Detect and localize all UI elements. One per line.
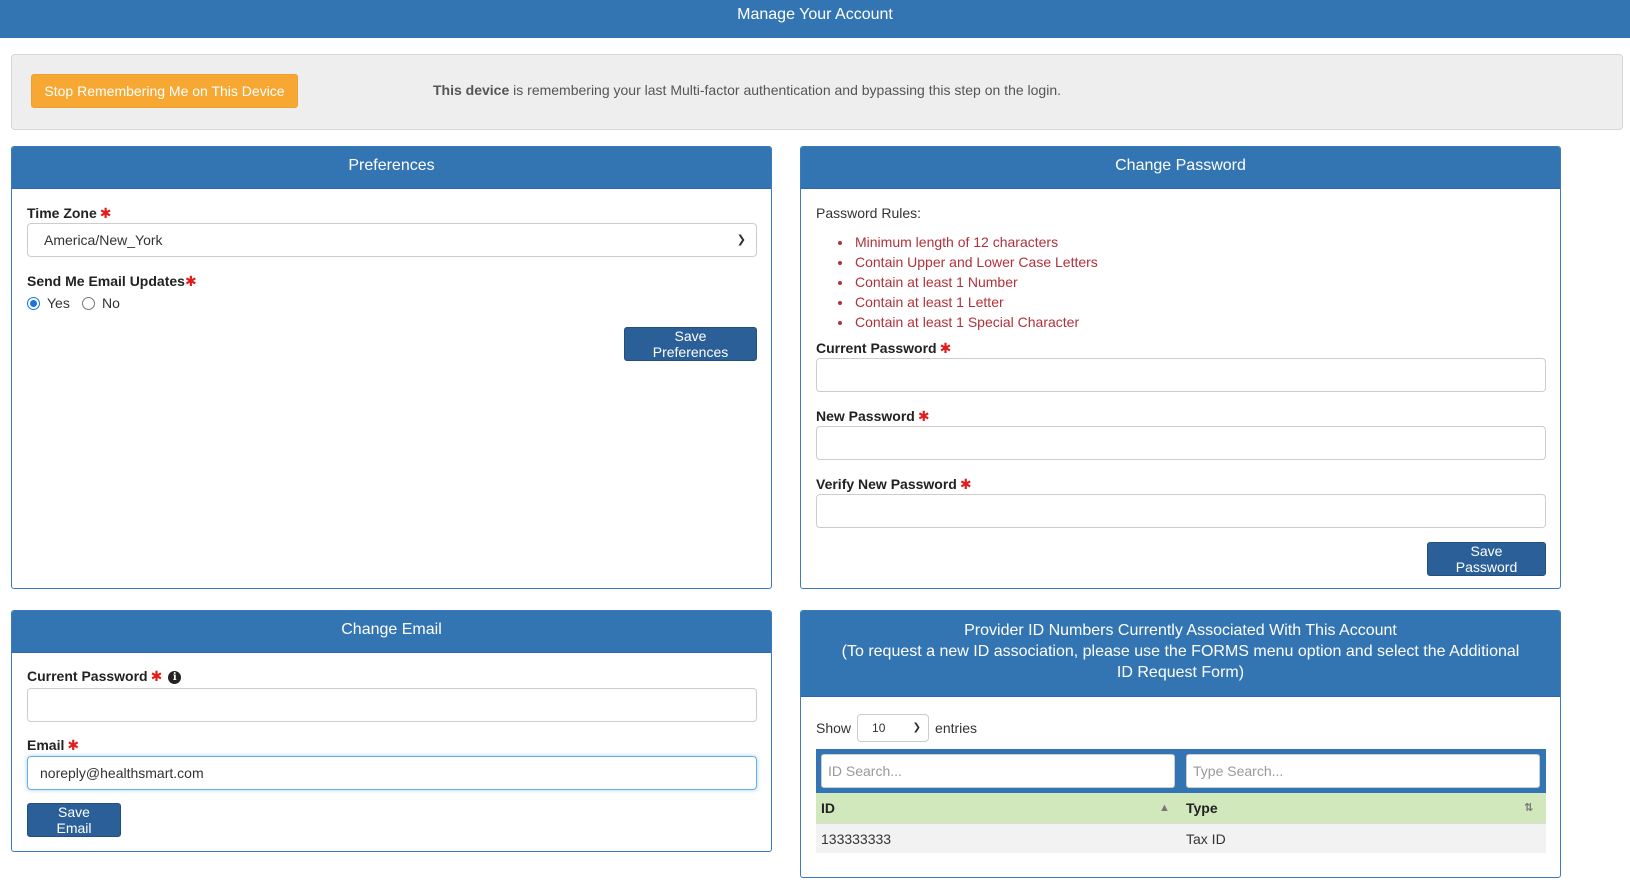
new-password-input[interactable] bbox=[816, 426, 1546, 460]
email-current-password-label-text: Current Password bbox=[27, 668, 148, 684]
radio-no-label: No bbox=[102, 295, 120, 311]
type-search-placeholder: Type Search... bbox=[1193, 763, 1284, 779]
preferences-panel: Preferences Time Zone ✱ America/New_York … bbox=[11, 146, 772, 589]
entries-select-value: 10 bbox=[872, 721, 886, 735]
provider-ids-subtitle: (To request a new ID association, please… bbox=[841, 643, 1520, 681]
verify-password-label: Verify New Password ✱ bbox=[816, 476, 972, 493]
stop-remembering-button[interactable]: Stop Remembering Me on This Device bbox=[31, 74, 298, 108]
new-password-label-text: New Password bbox=[816, 408, 915, 424]
verify-password-input[interactable] bbox=[816, 494, 1546, 528]
save-email-button[interactable]: Save Email bbox=[27, 803, 121, 837]
email-updates-label: Send Me Email Updates✱ bbox=[27, 273, 197, 290]
email-label: Email ✱ bbox=[27, 737, 79, 754]
change-email-title: Change Email bbox=[341, 621, 442, 638]
password-rule-item: Contain at least 1 Number bbox=[853, 272, 1098, 292]
email-label-text: Email bbox=[27, 737, 65, 753]
current-password-label-text: Current Password bbox=[816, 340, 937, 356]
chevron-down-icon: ❯ bbox=[736, 234, 746, 246]
provider-ids-panel-header: Provider ID Numbers Currently Associated… bbox=[801, 611, 1560, 697]
password-rule-item: Contain at least 1 Special Character bbox=[853, 312, 1098, 332]
required-asterisk-icon: ✱ bbox=[184, 273, 197, 289]
preferences-panel-header: Preferences bbox=[12, 147, 771, 189]
change-password-panel-header: Change Password bbox=[801, 147, 1560, 189]
device-message: This device is remembering your last Mul… bbox=[433, 82, 1061, 98]
verify-password-label-text: Verify New Password bbox=[816, 476, 957, 492]
current-password-input[interactable] bbox=[816, 358, 1546, 392]
radio-no-control[interactable] bbox=[82, 296, 95, 310]
table-header-row: ID ▲ Type ⇅ bbox=[816, 793, 1546, 823]
entries-select[interactable]: 10 ❯ bbox=[857, 714, 930, 742]
info-icon[interactable]: i bbox=[168, 671, 182, 684]
show-entries: Show 10 ❯ entries bbox=[816, 714, 977, 742]
page-title: Manage Your Account bbox=[737, 6, 893, 23]
device-message-bold: This device bbox=[433, 82, 510, 98]
timezone-select[interactable]: America/New_York ❯ bbox=[27, 223, 757, 257]
column-header-type[interactable]: Type bbox=[1186, 793, 1218, 823]
password-rules-list: Minimum length of 12 charactersContain U… bbox=[839, 232, 1098, 332]
page-header: Manage Your Account bbox=[0, 0, 1630, 38]
provider-ids-title: Provider ID Numbers Currently Associated… bbox=[964, 622, 1397, 639]
show-label: Show bbox=[816, 720, 852, 736]
change-password-panel: Change Password Password Rules: Minimum … bbox=[800, 146, 1561, 589]
password-rule-item: Contain at least 1 Letter bbox=[853, 292, 1098, 312]
required-asterisk-icon: ✱ bbox=[959, 476, 972, 492]
timezone-select-value: America/New_York bbox=[44, 232, 163, 248]
new-password-label: New Password ✱ bbox=[816, 408, 930, 425]
change-password-title: Change Password bbox=[1115, 157, 1246, 174]
timezone-label-text: Time Zone bbox=[27, 205, 97, 221]
password-rules-title: Password Rules: bbox=[816, 205, 922, 221]
radio-yes-label: Yes bbox=[47, 295, 70, 311]
email-updates-label-text: Send Me Email Updates bbox=[27, 273, 185, 289]
email-current-password-label: Current Password ✱ i bbox=[27, 668, 182, 685]
device-remember-bar: Stop Remembering Me on This Device This … bbox=[11, 54, 1623, 130]
preferences-title: Preferences bbox=[348, 157, 435, 174]
required-asterisk-icon: ✱ bbox=[939, 340, 952, 356]
id-search-input[interactable]: ID Search... bbox=[821, 754, 1175, 788]
entries-label: entries bbox=[935, 720, 978, 736]
current-password-label: Current Password ✱ bbox=[816, 340, 951, 357]
password-rule-item: Contain Upper and Lower Case Letters bbox=[853, 252, 1098, 272]
provider-ids-panel: Provider ID Numbers Currently Associated… bbox=[800, 610, 1561, 878]
type-search-input[interactable]: Type Search... bbox=[1186, 754, 1540, 788]
save-preferences-button[interactable]: Save Preferences bbox=[624, 327, 757, 361]
timezone-label: Time Zone ✱ bbox=[27, 205, 112, 222]
required-asterisk-icon: ✱ bbox=[150, 668, 163, 684]
chevron-down-icon: ❯ bbox=[912, 722, 922, 733]
radio-yes[interactable]: Yes bbox=[27, 295, 70, 311]
email-input[interactable] bbox=[27, 756, 757, 790]
radio-no[interactable]: No bbox=[82, 295, 120, 311]
password-rule-item: Minimum length of 12 characters bbox=[853, 232, 1098, 252]
row-type-cell: Tax ID bbox=[1186, 831, 1226, 847]
save-password-button[interactable]: Save Password bbox=[1427, 542, 1546, 576]
sort-both-icon[interactable]: ⇅ bbox=[1524, 793, 1533, 823]
device-message-text: is remembering your last Multi-factor au… bbox=[509, 82, 1062, 98]
required-asterisk-icon: ✱ bbox=[99, 205, 112, 221]
change-email-panel-header: Change Email bbox=[12, 611, 771, 653]
required-asterisk-icon: ✱ bbox=[917, 408, 930, 424]
search-row: ID Search... Type Search... bbox=[816, 749, 1546, 793]
change-email-panel: Change Email Current Password✱i Email✱ S… bbox=[11, 610, 772, 852]
sort-up-icon[interactable]: ▲ bbox=[1159, 793, 1170, 823]
row-id-cell: 133333333 bbox=[821, 831, 892, 847]
column-header-id[interactable]: ID bbox=[821, 793, 835, 823]
required-asterisk-icon: ✱ bbox=[67, 737, 80, 753]
table-row: 133333333 Tax ID bbox=[816, 823, 1546, 853]
email-current-password-input[interactable] bbox=[27, 688, 757, 722]
radio-yes-control[interactable] bbox=[27, 296, 40, 310]
id-search-placeholder: ID Search... bbox=[828, 763, 902, 779]
